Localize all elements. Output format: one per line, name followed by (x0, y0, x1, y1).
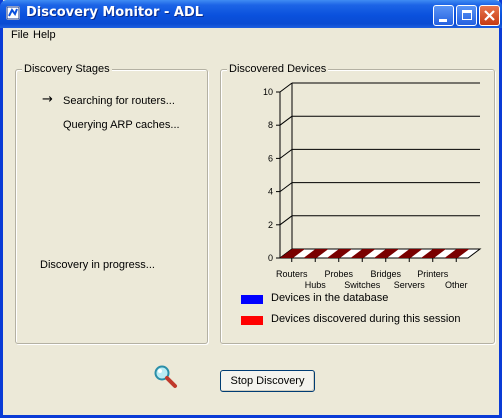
y-depth-line-6 (279, 148, 293, 159)
x-tick-label-hubs: Hubs (305, 280, 327, 290)
x-tick-label-bridges: Bridges (370, 269, 401, 279)
y-tick-label-8: 8 (268, 120, 273, 130)
stop-discovery-button[interactable]: Stop Discovery (220, 370, 315, 392)
legend-swatch-database (241, 295, 263, 304)
y-depth-line-10 (279, 82, 293, 93)
y-depth-line-4 (279, 182, 293, 193)
discovery-monitor-window: Discovery Monitor - ADL File Help Discov… (0, 0, 502, 418)
y-depth-line-8 (279, 115, 293, 126)
magnifier-icon (153, 364, 179, 393)
x-tick-label-other: Other (445, 280, 468, 290)
x-tick-label-printers: Printers (417, 269, 449, 279)
x-tick-label-routers: Routers (276, 269, 308, 279)
x-tick-label-switches: Switches (344, 280, 381, 290)
y-tick-label-10: 10 (263, 87, 273, 97)
x-tick-label-probes: Probes (324, 269, 353, 279)
y-tick-label-0: 0 (268, 253, 273, 263)
legend-label-session: Devices discovered during this session (271, 313, 461, 325)
y-tick-label-6: 6 (268, 153, 273, 163)
legend-label-database: Devices in the database (271, 292, 389, 304)
legend-swatch-session (241, 316, 263, 325)
devices-bar-chart: 0 2 4 6 8 10 RoutersHubsProbesSwitchesBridgesS… (263, 82, 482, 290)
y-tick-label-2: 2 (268, 220, 273, 230)
x-tick-label-servers: Servers (394, 280, 426, 290)
y-tick-label-4: 4 (268, 187, 273, 197)
y-depth-line-2 (279, 215, 293, 226)
